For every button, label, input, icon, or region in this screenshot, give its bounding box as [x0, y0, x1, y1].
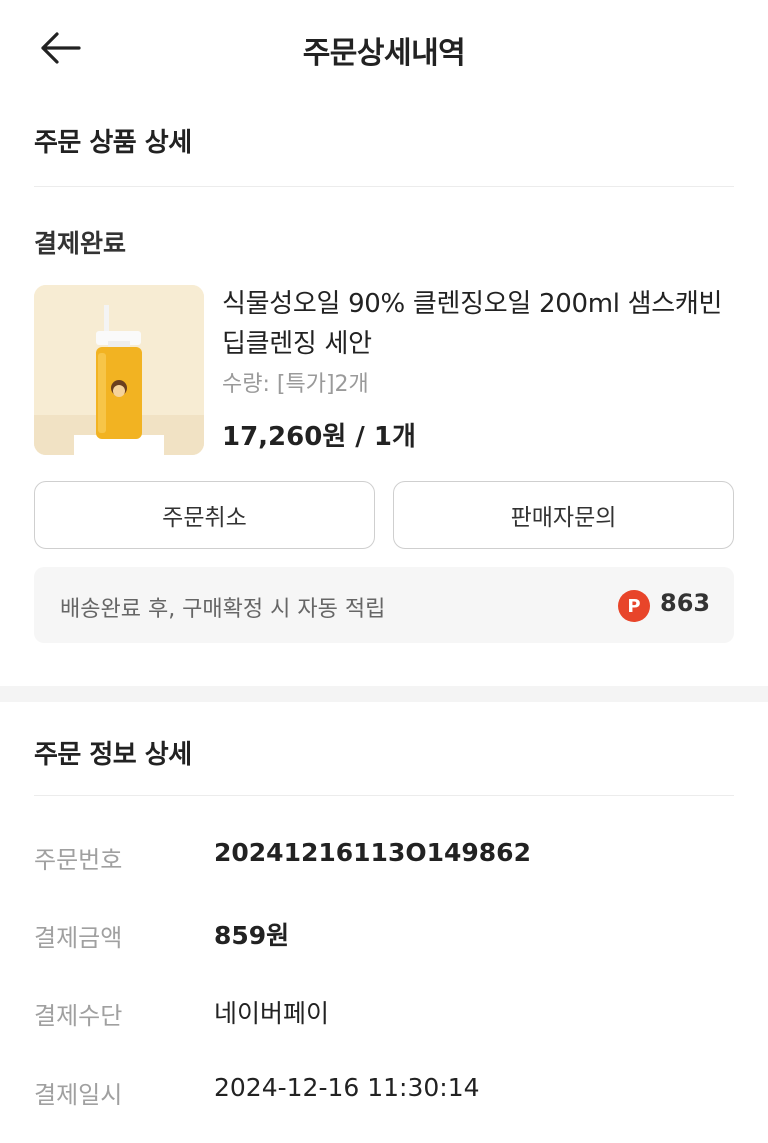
points-description: 배송완료 후, 구매확정 시 자동 적립: [60, 597, 386, 622]
payment-date-value: 2024-12-16 11:30:14: [214, 1073, 480, 1102]
product-price: 17,260원 / 1개: [222, 422, 416, 452]
payment-amount-value: 859원: [214, 921, 290, 950]
payment-method-label: 결제수단: [34, 1002, 123, 1030]
cancel-order-button[interactable]: 주문취소: [34, 481, 375, 549]
points-info-box: 배송완료 후, 구매확정 시 자동 적립 P 863: [34, 567, 734, 643]
product-name[interactable]: 식물성오일 90% 클렌징오일 200ml 샘스캐빈 딥클렌징 세안: [222, 284, 732, 364]
product-quantity: 수량: [특가]2개: [222, 372, 369, 397]
points-icon: P: [618, 590, 650, 622]
order-info-section-title: 주문 정보 상세: [34, 740, 192, 770]
product-thumbnail[interactable]: [34, 285, 204, 455]
product-image: [34, 285, 204, 455]
order-number-value: 20241216113O149862: [214, 838, 531, 867]
divider: [34, 795, 734, 796]
seller-inquiry-button[interactable]: 판매자문의: [393, 481, 734, 549]
section-separator: [0, 686, 768, 702]
points-value: 863: [660, 589, 711, 617]
payment-status: 결제완료: [34, 229, 127, 258]
order-product-section-title: 주문 상품 상세: [34, 128, 192, 158]
divider: [34, 186, 734, 187]
order-number-label: 주문번호: [34, 846, 123, 874]
app-header: 주문상세내역: [0, 0, 768, 96]
page-title: 주문상세내역: [302, 36, 466, 71]
payment-method-value: 네이버페이: [214, 999, 330, 1028]
payment-amount-label: 결제금액: [34, 924, 123, 952]
payment-date-label: 결제일시: [34, 1081, 123, 1109]
